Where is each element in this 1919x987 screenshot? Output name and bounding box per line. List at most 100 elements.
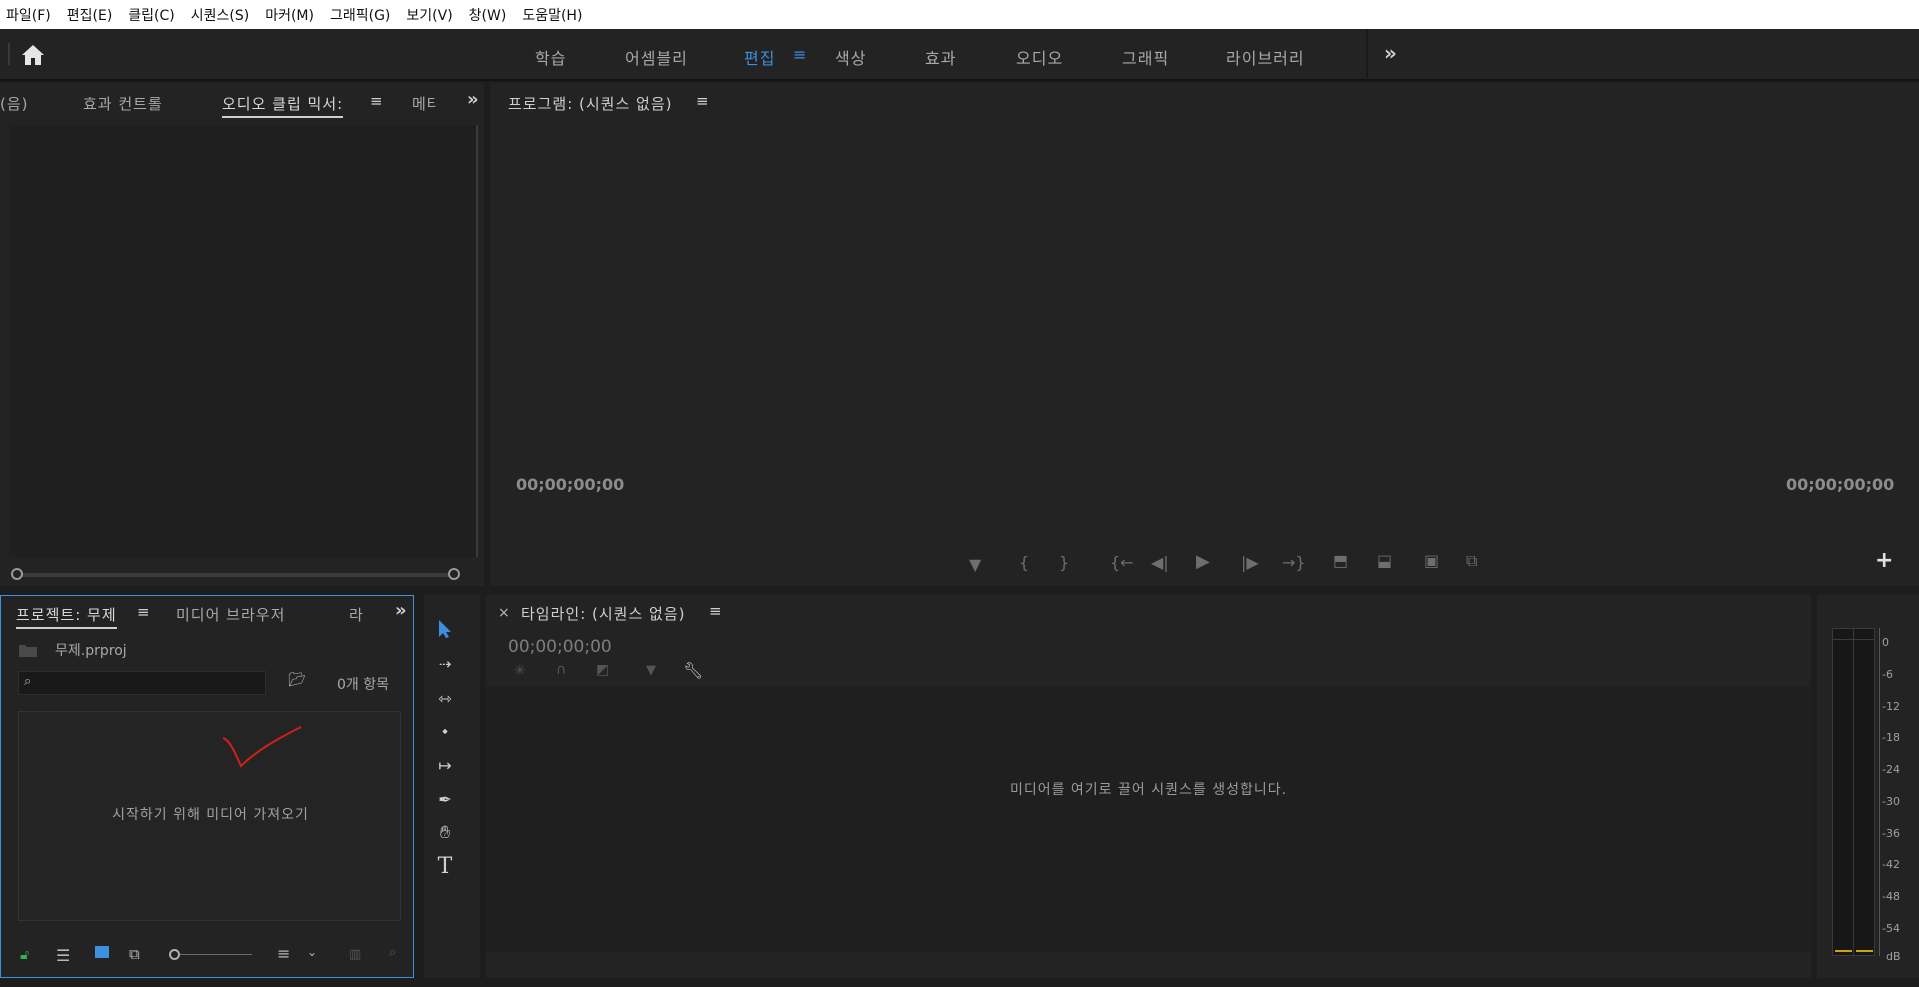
find-icon[interactable]: ⌕: [389, 945, 396, 960]
tab-media-browser[interactable]: 미디어 브라우저: [176, 604, 285, 625]
workspace-more-icon[interactable]: »: [1384, 41, 1397, 65]
workspace-tab-color[interactable]: 색상: [835, 45, 866, 69]
play-icon[interactable]: ▶: [1196, 551, 1210, 572]
freeform-view-icon[interactable]: ⧉: [129, 945, 140, 963]
tab-project[interactable]: 프로젝트: 무제: [16, 604, 117, 629]
workspace-tab-audio[interactable]: 오디오: [1016, 45, 1063, 69]
menu-clip[interactable]: 클립(C): [128, 5, 174, 25]
menu-help[interactable]: 도움말(H): [522, 5, 582, 25]
timeline-title[interactable]: 타임라인: (시퀀스 없음): [521, 603, 686, 624]
menu-file[interactable]: 파일(F): [6, 5, 51, 25]
tab-source-partial[interactable]: (음): [0, 93, 29, 114]
menu-marker[interactable]: 마커(M): [265, 5, 314, 25]
workspace-tab-graphics[interactable]: 그래픽: [1122, 45, 1169, 69]
panel-header: (음) 효과 컨트롤 오디오 클립 믹서: ≡ 메타 »: [0, 83, 484, 119]
menu-window[interactable]: 창(W): [469, 5, 507, 25]
icon-view-icon[interactable]: [95, 946, 109, 958]
timeline-menu-icon[interactable]: ≡: [709, 602, 722, 620]
nest-icon[interactable]: ✳: [514, 663, 526, 679]
export-frame-icon[interactable]: ▣: [1424, 551, 1439, 570]
menu-edit[interactable]: 편집(E): [67, 5, 113, 25]
razor-tool-icon[interactable]: ⬩: [430, 717, 460, 745]
db-scale-48: -48: [1882, 890, 1900, 903]
panel-menu-icon[interactable]: ≡: [370, 92, 383, 110]
add-button[interactable]: +: [1875, 548, 1893, 573]
go-to-out-icon[interactable]: →}: [1282, 553, 1306, 572]
tab-metadata[interactable]: 메타: [412, 93, 436, 114]
find-in-folder-icon[interactable]: 📂︎: [288, 672, 306, 688]
db-scale-unit: dB: [1886, 950, 1901, 963]
tab-libraries-partial[interactable]: 라: [349, 604, 364, 625]
workspace-tab-effects[interactable]: 효과: [925, 45, 956, 69]
workspace-separator: [1366, 29, 1368, 81]
db-scale-6: -6: [1882, 668, 1893, 681]
zoom-slider-track[interactable]: [180, 954, 252, 955]
panel-more-icon[interactable]: »: [467, 89, 479, 110]
project-search-input[interactable]: ⌕: [18, 671, 266, 695]
program-monitor-title[interactable]: 프로그램: (시퀀스 없음): [508, 93, 673, 114]
grip-handle[interactable]: [8, 43, 10, 65]
home-icon[interactable]: [20, 43, 46, 67]
workspace-tab-libraries[interactable]: 라이브러리: [1226, 45, 1305, 69]
item-count: 0개 항목: [337, 677, 389, 693]
chevron-down-icon[interactable]: ⌄: [307, 945, 317, 959]
tab-audio-clip-mixer[interactable]: 오디오 클립 믹서:: [222, 93, 344, 118]
tab-effect-controls[interactable]: 효과 컨트롤: [83, 93, 163, 114]
zoom-slider-handle[interactable]: [169, 949, 180, 960]
overwrite-icon[interactable]: ⬓: [1377, 551, 1392, 570]
import-media-message[interactable]: 시작하기 위해 미디어 가져오기: [19, 804, 402, 824]
workspace-menu-icon[interactable]: ≡: [793, 45, 806, 64]
timeline-close-button[interactable]: ×: [498, 605, 510, 621]
program-monitor-panel: 프로그램: (시퀀스 없음) ≡ 00;00;00;00 00;00;00;00…: [490, 83, 1919, 586]
workspace-tab-assembly[interactable]: 어셈블리: [625, 45, 688, 69]
comparison-view-icon[interactable]: ⧉: [1466, 551, 1477, 571]
timeline-track-area[interactable]: 미디어를 여기로 끌어 시퀀스를 생성합니다.: [486, 687, 1811, 952]
insert-icon[interactable]: ⬒: [1333, 551, 1348, 570]
project-bin-area[interactable]: 시작하기 위해 미디어 가져오기: [18, 711, 401, 921]
meter-left-peak: [1835, 950, 1852, 952]
workspace-tab-learn[interactable]: 학습: [535, 45, 566, 69]
menu-graphics[interactable]: 그래픽(G): [330, 5, 390, 25]
sort-icon[interactable]: ≡: [277, 944, 290, 963]
wrench-icon[interactable]: 🔧︎: [683, 661, 703, 680]
pen-tool-icon[interactable]: ✒: [430, 785, 460, 813]
slip-tool-icon[interactable]: ↦: [430, 751, 460, 779]
timeline-timecode[interactable]: 00;00;00;00: [508, 637, 612, 657]
vertical-scrollbar[interactable]: [476, 125, 478, 557]
horizontal-scrollbar[interactable]: [16, 573, 454, 577]
timeline-marker-icon[interactable]: ▼: [646, 663, 656, 678]
mark-in-icon[interactable]: {: [1019, 553, 1029, 572]
step-back-icon[interactable]: ◀|: [1151, 553, 1169, 572]
selection-tool-icon[interactable]: [430, 615, 460, 643]
snap-icon[interactable]: ∩: [556, 662, 566, 678]
db-scale-30: -30: [1882, 795, 1900, 808]
program-timecode-current[interactable]: 00;00;00;00: [516, 475, 624, 494]
menu-sequence[interactable]: 시퀀스(S): [191, 5, 249, 25]
program-menu-icon[interactable]: ≡: [696, 92, 709, 110]
annotation-checkmark: [222, 726, 302, 768]
lock-icon[interactable]: 🔓︎: [20, 947, 29, 963]
step-forward-icon[interactable]: |▶: [1241, 553, 1259, 572]
db-scale-24: -24: [1882, 763, 1900, 776]
project-menu-icon[interactable]: ≡: [137, 603, 150, 621]
audio-clip-mixer-panel: (음) 효과 컨트롤 오디오 클립 믹서: ≡ 메타 »: [0, 83, 484, 586]
go-to-in-icon[interactable]: {←: [1110, 553, 1134, 572]
track-select-tool-icon[interactable]: ⇢: [430, 650, 460, 678]
timeline-panel: × 타임라인: (시퀀스 없음) ≡ 00;00;00;00 ✳ ∩ ◩ ▼ 🔧…: [486, 595, 1811, 978]
mark-out-icon[interactable]: }: [1059, 553, 1069, 572]
project-more-icon[interactable]: »: [395, 600, 407, 621]
scroll-handle-left[interactable]: [11, 568, 23, 580]
type-tool-icon[interactable]: T: [430, 852, 460, 880]
ripple-edit-tool-icon[interactable]: ⇿: [430, 684, 460, 712]
linked-selection-icon[interactable]: ◩: [596, 662, 609, 678]
menu-view[interactable]: 보기(V): [406, 5, 452, 25]
folder-icon: [18, 642, 38, 658]
db-scale-0: 0: [1882, 636, 1889, 649]
hand-tool-icon[interactable]: ✋︎: [430, 818, 460, 846]
scroll-handle-right[interactable]: [448, 568, 460, 580]
menu-bar: 파일(F) 편집(E) 클립(C) 시퀀스(S) 마커(M) 그래픽(G) 보기…: [0, 0, 1919, 29]
list-view-icon[interactable]: ☰: [56, 946, 70, 965]
add-marker-icon[interactable]: ▼: [969, 555, 981, 574]
workspace-tab-editing[interactable]: 편집: [744, 45, 775, 69]
automate-sequence-icon[interactable]: ▥: [349, 947, 361, 962]
